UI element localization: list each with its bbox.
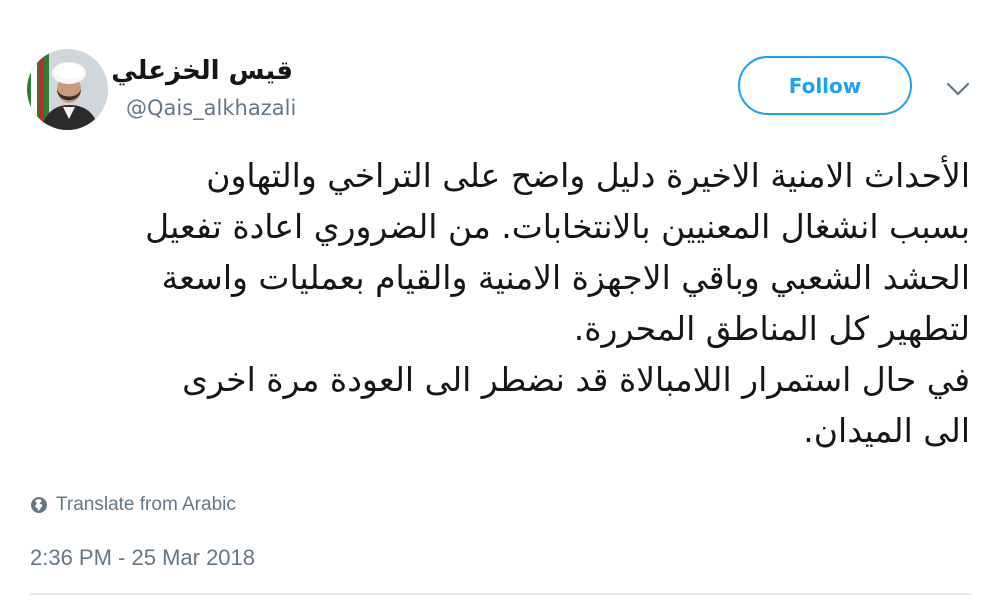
- tweet-text-line: الى الميدان.: [803, 411, 970, 450]
- follow-button[interactable]: Follow: [738, 56, 912, 115]
- avatar-image: [27, 49, 108, 130]
- translate-link[interactable]: Translate from Arabic: [30, 492, 236, 518]
- translate-label[interactable]: Translate from Arabic: [56, 494, 236, 516]
- tweet-text-line: الأحداث الامنية الاخيرة دليل واضح على ال…: [206, 156, 970, 195]
- avatar[interactable]: [27, 49, 108, 130]
- divider: [30, 593, 972, 595]
- tweet-text-line: بسبب انشغال المعنيين بالانتخابات. من الض…: [145, 207, 970, 246]
- tweet-text-line: الحشد الشعبي وباقي الاجهزة الامنية والقي…: [161, 258, 970, 297]
- tweet-text-line: في حال استمرار اللامبالاة قد نضطر الى ال…: [182, 360, 970, 399]
- tweet-text-line: لتطهير كل المناطق المحررة.: [573, 309, 970, 348]
- tweet-text: الأحداث الامنية الاخيرة دليل واضح على ال…: [30, 150, 970, 456]
- author-handle[interactable]: @Qais_alkhazali: [126, 94, 296, 122]
- globe-icon: [31, 497, 47, 513]
- tweet-timestamp[interactable]: 2:36 PM - 25 Mar 2018: [30, 543, 255, 573]
- chevron-down-icon[interactable]: [944, 78, 972, 100]
- author-display-name[interactable]: قيس الخزعلي: [111, 51, 293, 91]
